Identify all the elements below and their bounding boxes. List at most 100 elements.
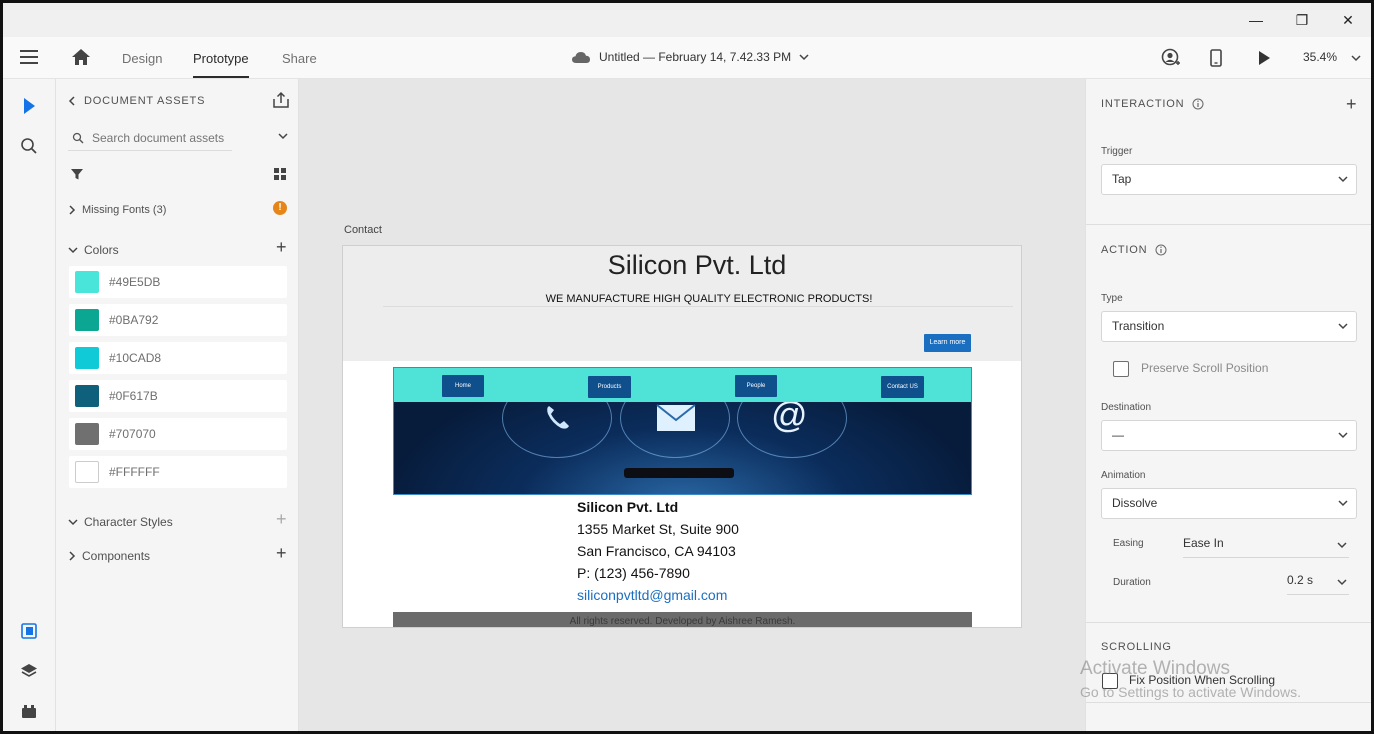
search-filter-chevron-icon[interactable] — [278, 132, 288, 140]
info-icon[interactable] — [1155, 244, 1167, 256]
scrolling-header: SCROLLING — [1101, 641, 1172, 653]
color-swatch — [75, 461, 99, 483]
nav-people[interactable]: People — [735, 375, 777, 397]
select-tool-icon[interactable] — [19, 96, 39, 116]
chevron-down-icon — [1338, 500, 1348, 507]
tab-design[interactable]: Design — [122, 51, 162, 66]
assets-panel: DOCUMENT ASSETS Missing Fonts (3) ! — [56, 79, 299, 731]
play-icon[interactable] — [1254, 48, 1274, 68]
missing-fonts-section[interactable]: Missing Fonts (3) — [68, 204, 166, 216]
zoom-level[interactable]: 35.4% — [1303, 50, 1337, 64]
envelope-icon — [656, 404, 696, 431]
color-swatch-row[interactable]: #0BA792 — [69, 304, 287, 336]
zoom-chevron-icon[interactable] — [1351, 54, 1361, 62]
color-hex: #FFFFFF — [109, 465, 160, 479]
type-value: Transition — [1112, 319, 1165, 333]
user-share-icon[interactable] — [1161, 48, 1181, 68]
plugins-icon[interactable] — [19, 701, 39, 721]
site-footer: All rights reserved. Developed by Aishre… — [393, 612, 972, 627]
add-interaction-icon[interactable]: + — [1346, 95, 1357, 113]
interaction-header: INTERACTION — [1101, 98, 1204, 110]
contact-email-link[interactable]: siliconpvtltd@gmail.com — [577, 584, 739, 606]
tab-share[interactable]: Share — [282, 51, 317, 66]
chevron-down-icon — [1338, 432, 1348, 439]
trigger-label: Trigger — [1101, 146, 1133, 157]
color-swatch-row[interactable]: #0F617B — [69, 380, 287, 412]
back-chevron-icon[interactable] — [68, 96, 76, 106]
color-swatch-row[interactable]: #49E5DB — [69, 266, 287, 298]
section-divider — [1086, 224, 1371, 225]
nav-home[interactable]: Home — [442, 375, 484, 397]
chevron-down-icon — [799, 54, 809, 61]
add-character-style-icon[interactable]: + — [276, 510, 287, 528]
animation-label: Animation — [1101, 470, 1146, 481]
duration-label: Duration — [1113, 577, 1151, 588]
warning-icon: ! — [273, 201, 287, 215]
close-button[interactable]: ✕ — [1333, 9, 1363, 31]
action-header: ACTION — [1101, 244, 1167, 256]
artboard[interactable]: Silicon Pvt. Ltd WE MANUFACTURE HIGH QUA… — [342, 245, 1022, 628]
device-preview-icon[interactable] — [1206, 48, 1226, 68]
minimize-button[interactable]: — — [1241, 9, 1271, 31]
document-title[interactable]: Untitled — February 14, 7.42.33 PM — [571, 50, 809, 64]
color-hex: #0F617B — [109, 389, 158, 403]
easing-select[interactable]: Ease In — [1183, 536, 1349, 558]
assets-header[interactable]: DOCUMENT ASSETS — [68, 95, 205, 107]
search-icon[interactable] — [19, 136, 39, 156]
color-swatch — [75, 271, 99, 293]
phone-icon — [547, 406, 569, 429]
color-swatch — [75, 385, 99, 407]
site-header: Silicon Pvt. Ltd WE MANUFACTURE HIGH QUA… — [343, 246, 1021, 361]
nav-contact-us[interactable]: Contact US — [881, 376, 924, 398]
chevron-right-icon — [69, 205, 76, 215]
destination-value: — — [1112, 428, 1124, 442]
section-divider — [1086, 702, 1371, 703]
assets-search[interactable] — [68, 125, 232, 151]
destination-select[interactable]: — — [1101, 420, 1357, 451]
artboard-label[interactable]: Contact — [344, 224, 382, 236]
color-swatch-row[interactable]: #10CAD8 — [69, 342, 287, 374]
chevron-down-icon — [68, 247, 78, 254]
canvas[interactable]: Contact Silicon Pvt. Ltd WE MANUFACTURE … — [299, 79, 1085, 731]
document-assets-icon[interactable] — [19, 621, 39, 641]
prototype-properties-panel: INTERACTION + Trigger Tap ACTION Type Tr… — [1085, 79, 1371, 731]
search-icon — [72, 132, 84, 143]
duration-input[interactable]: 0.2 s — [1287, 573, 1349, 595]
destination-label: Destination — [1101, 402, 1152, 413]
add-color-icon[interactable]: + — [276, 238, 287, 256]
add-component-icon[interactable]: + — [276, 544, 287, 562]
home-icon[interactable] — [70, 47, 92, 67]
missing-fonts-label: Missing Fonts (3) — [82, 204, 167, 216]
character-styles-section[interactable]: Character Styles — [68, 515, 173, 529]
components-section[interactable]: Components — [68, 549, 150, 563]
character-styles-label: Character Styles — [84, 515, 173, 529]
document-title-label: Untitled — February 14, 7.42.33 PM — [599, 50, 792, 64]
animation-select[interactable]: Dissolve — [1101, 488, 1357, 519]
activation-watermark-text: Go to Settings to activate Windows. — [1080, 684, 1301, 700]
color-swatch-row[interactable]: #707070 — [69, 418, 287, 450]
color-hex: #707070 — [109, 427, 156, 441]
interaction-header-label: INTERACTION — [1101, 98, 1185, 110]
chevron-right-icon — [69, 551, 76, 561]
colors-section[interactable]: Colors — [68, 243, 119, 257]
grid-view-icon[interactable] — [273, 167, 287, 181]
site-title: Silicon Pvt. Ltd — [607, 250, 787, 280]
activation-watermark-title: Activate Windows — [1080, 658, 1230, 679]
duration-value: 0.2 s — [1287, 573, 1314, 587]
restore-button[interactable]: ❐ — [1287, 9, 1317, 31]
filter-icon[interactable] — [70, 167, 84, 181]
nav-products[interactable]: Products — [588, 376, 631, 398]
layers-icon[interactable] — [19, 661, 39, 681]
color-hex: #10CAD8 — [109, 351, 162, 365]
export-icon[interactable] — [272, 91, 290, 109]
color-swatch-row[interactable]: #FFFFFF — [69, 456, 287, 488]
learn-more-button[interactable]: Learn more — [924, 334, 971, 352]
hamburger-menu-icon[interactable] — [20, 50, 38, 64]
info-icon[interactable] — [1192, 98, 1204, 110]
type-select[interactable]: Transition — [1101, 311, 1357, 342]
preserve-scroll-checkbox[interactable] — [1113, 361, 1129, 377]
tab-prototype[interactable]: Prototype — [193, 51, 249, 78]
chevron-down-icon — [1337, 579, 1347, 586]
trigger-select[interactable]: Tap — [1101, 164, 1357, 195]
search-input[interactable] — [92, 130, 232, 145]
